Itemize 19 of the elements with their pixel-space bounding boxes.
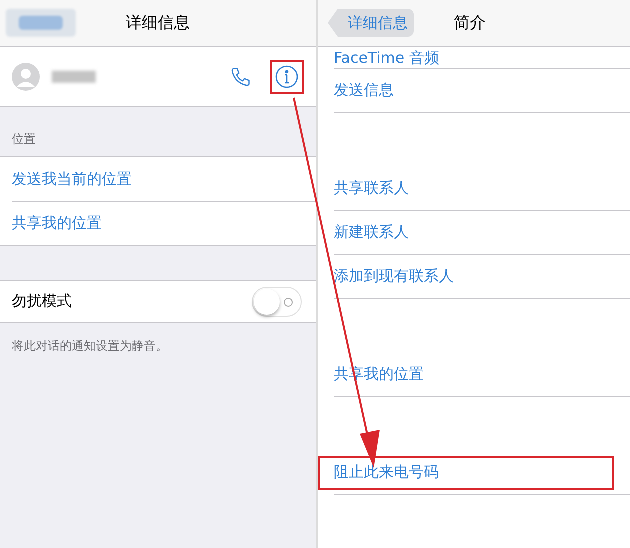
list-item[interactable]: 添加到现有联系人 [334, 265, 454, 288]
back-button[interactable]: 详细信息 [328, 9, 414, 37]
footnote: 将此对话的通知设置为静音。 [12, 339, 168, 353]
toggle-switch[interactable] [252, 286, 302, 316]
list-item[interactable]: 共享我的位置 [12, 212, 102, 235]
contact-name [52, 70, 96, 82]
list-item[interactable]: 新建联系人 [334, 221, 409, 244]
list-item[interactable]: 发送我当前的位置 [12, 168, 132, 190]
list-item[interactable]: 发送信息 [334, 79, 394, 102]
list-item[interactable]: 阻止此来电号码 [334, 461, 439, 484]
nav-title: 详细信息 [126, 12, 190, 34]
phone-icon[interactable] [230, 66, 252, 88]
nav-title: 简介 [454, 12, 486, 34]
avatar-icon [12, 62, 40, 90]
list-item[interactable]: FaceTime 音频 [334, 48, 440, 68]
list-item[interactable]: 共享联系人 [334, 177, 409, 200]
setting-label: 勿扰模式 [12, 291, 72, 312]
section-header: 位置 [12, 131, 36, 148]
info-icon[interactable] [275, 64, 299, 88]
